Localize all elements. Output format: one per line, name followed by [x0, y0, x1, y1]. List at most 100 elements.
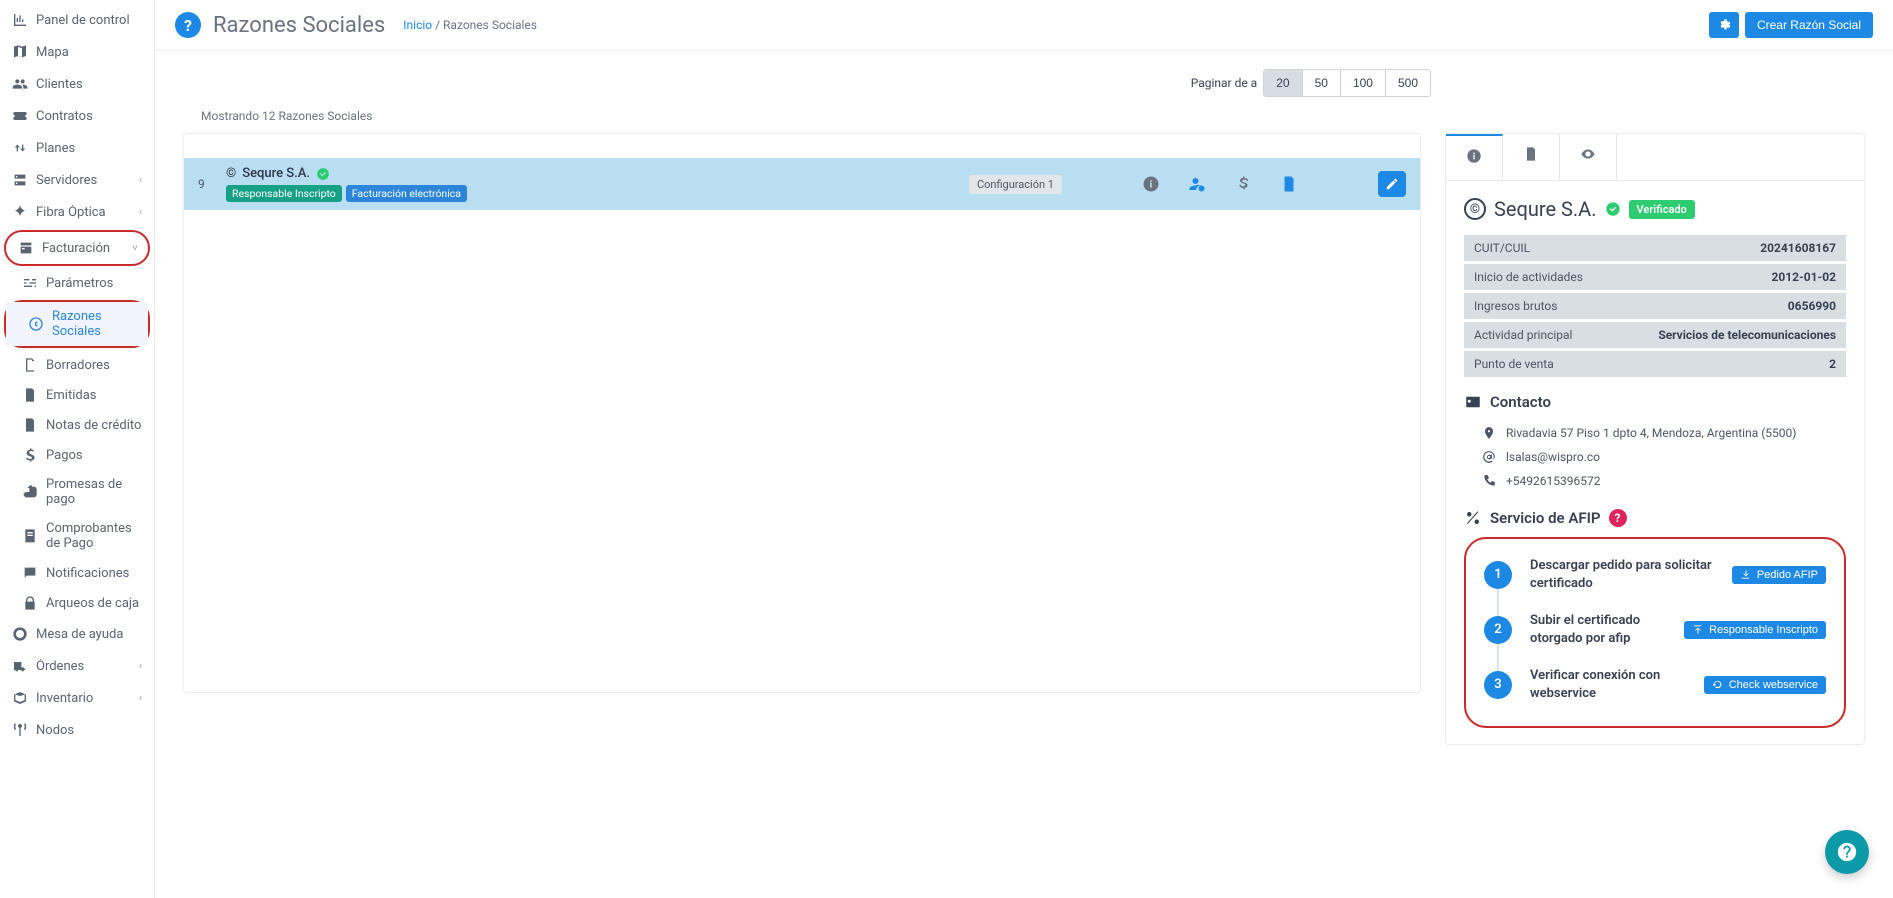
nav-facturacion[interactable]: Facturación ˅: [6, 232, 148, 264]
tab-info[interactable]: [1446, 134, 1503, 180]
nav-clientes[interactable]: Clientes: [0, 68, 154, 100]
truck-icon: [12, 658, 28, 674]
nav-label: Inventario: [36, 691, 139, 706]
at-icon: [1482, 450, 1496, 464]
settings-button[interactable]: [1709, 12, 1739, 38]
copyright-icon: [28, 316, 44, 332]
afip-step-3: 3 Verificar conexión con webservice Chec…: [1484, 667, 1826, 702]
nav-contratos[interactable]: Contratos: [0, 100, 154, 132]
create-button[interactable]: Crear Razón Social: [1745, 12, 1873, 38]
sub-arqueos-caja[interactable]: Arqueos de caja: [0, 588, 154, 618]
sub-borradores[interactable]: Borradores: [0, 350, 154, 380]
afip-step-2: 2 Subir el certificado otorgado por afip…: [1484, 612, 1826, 647]
nav-inventario[interactable]: Inventario ‹: [0, 682, 154, 714]
afip-steps-box: 1 Descargar pedido para solicitar certif…: [1464, 537, 1846, 728]
nav-label: Mapa: [36, 45, 142, 60]
document-icon[interactable]: [1280, 175, 1298, 193]
pager-label: Paginar de a: [1191, 76, 1258, 90]
bar-chart-icon: [12, 12, 28, 28]
tab-doc[interactable]: [1503, 134, 1560, 180]
life-ring-icon: [12, 626, 28, 642]
responsable-inscripto-button[interactable]: Responsable Inscripto: [1684, 621, 1826, 639]
pager-50[interactable]: 50: [1303, 70, 1341, 96]
nav-fibra-optica[interactable]: Fibra Óptica ‹: [0, 196, 154, 228]
sub-pagos[interactable]: Pagos: [0, 440, 154, 470]
chat-icon: [22, 565, 38, 581]
percent-icon: [1464, 509, 1482, 527]
kv-cuit: CUIT/CUIL20241608167: [1464, 235, 1846, 261]
sub-label: Comprobantes de Pago: [46, 521, 142, 551]
sub-comprobantes-pago[interactable]: Comprobantes de Pago: [0, 514, 154, 558]
server-icon: [12, 172, 28, 188]
nav-ordenes[interactable]: Órdenes ‹: [0, 650, 154, 682]
pencil-icon: [1385, 177, 1399, 191]
dollar-icon: [22, 447, 38, 463]
nav-label: Contratos: [36, 109, 142, 124]
gear-icon: [1717, 18, 1731, 32]
sub-label: Borradores: [46, 358, 110, 373]
eye-icon: [1580, 146, 1596, 162]
help-red-icon[interactable]: ?: [1609, 509, 1627, 527]
top-actions: Crear Razón Social: [1709, 12, 1873, 38]
nav-servidores[interactable]: Servidores ‹: [0, 164, 154, 196]
sub-emitidas[interactable]: Emitidas: [0, 380, 154, 410]
breadcrumb-home[interactable]: Inicio: [403, 18, 432, 32]
breadcrumb-current: Razones Sociales: [443, 18, 537, 32]
kv-inicio: Inicio de actividades2012-01-02: [1464, 264, 1846, 290]
nav-label: Clientes: [36, 77, 142, 92]
sub-promesas-pago[interactable]: Promesas de pago: [0, 470, 154, 514]
pager-20[interactable]: 20: [1264, 70, 1302, 96]
nav-panel-de-control[interactable]: Panel de control: [0, 4, 154, 36]
check-webservice-button[interactable]: Check webservice: [1704, 676, 1826, 694]
detail-panel: © Sequre S.A. Verificado CUIT/CUIL202416…: [1445, 133, 1865, 745]
nav-nodos[interactable]: Nodos: [0, 714, 154, 746]
user-cog-icon[interactable]: [1188, 175, 1206, 193]
tab-eye[interactable]: [1560, 134, 1617, 180]
detail-tabs: [1446, 134, 1864, 181]
nav-label: Facturación: [42, 241, 132, 256]
nav-label: Planes: [36, 141, 142, 156]
pager-500[interactable]: 500: [1386, 70, 1430, 96]
info-icon: [1466, 148, 1482, 164]
help-icon[interactable]: ?: [175, 12, 201, 38]
nav-mesa-ayuda[interactable]: Mesa de ayuda: [0, 618, 154, 650]
table-row[interactable]: 9 © Sequre S.A. Responsable Inscripto Fa…: [184, 158, 1420, 210]
info-icon[interactable]: [1142, 175, 1160, 193]
file-text-icon: [22, 417, 38, 433]
pager-100[interactable]: 100: [1341, 70, 1386, 96]
step-text: Subir el certificado otorgado por afip: [1530, 612, 1666, 647]
dollar-icon[interactable]: [1234, 175, 1252, 193]
nav-label: Servidores: [36, 173, 139, 188]
edit-button[interactable]: [1378, 171, 1406, 197]
sub-label: Emitidas: [46, 388, 96, 403]
draft-icon: [22, 357, 38, 373]
nav-planes[interactable]: Planes: [0, 132, 154, 164]
file-icon: [22, 387, 38, 403]
ticket-icon: [12, 108, 28, 124]
sub-notificaciones[interactable]: Notificaciones: [0, 558, 154, 588]
sub-notas-credito[interactable]: Notas de crédito: [0, 410, 154, 440]
sub-parametros[interactable]: Parámetros: [0, 268, 154, 298]
main: ? Razones Sociales Inicio / Razones Soci…: [155, 0, 1893, 898]
verified-badge: Verificado: [1629, 200, 1695, 219]
box-icon: [12, 690, 28, 706]
contact-phone: +5492615396572: [1464, 469, 1846, 493]
kv-punto-venta: Punto de venta2: [1464, 351, 1846, 377]
row-action-icons: [1142, 175, 1298, 193]
id-card-icon: [1464, 393, 1482, 411]
invoice-icon: [18, 240, 34, 256]
breadcrumb: Inicio / Razones Sociales: [403, 18, 537, 32]
row-index: 9: [198, 177, 218, 191]
check-circle-icon: [316, 167, 330, 181]
help-fab[interactable]: [1825, 830, 1869, 874]
row-name: Sequre S.A.: [242, 166, 310, 181]
swap-icon: [12, 140, 28, 156]
content: Paginar de a 20 50 100 500 Mostrando 12 …: [155, 51, 1893, 763]
users-icon: [12, 76, 28, 92]
sub-label: Notas de crédito: [46, 418, 141, 433]
check-circle-icon: [1605, 201, 1621, 217]
pedido-afip-button[interactable]: Pedido AFIP: [1732, 566, 1826, 584]
sub-razones-sociales[interactable]: Razones Sociales: [6, 302, 148, 346]
nav-mapa[interactable]: Mapa: [0, 36, 154, 68]
hand-icon: [22, 484, 38, 500]
